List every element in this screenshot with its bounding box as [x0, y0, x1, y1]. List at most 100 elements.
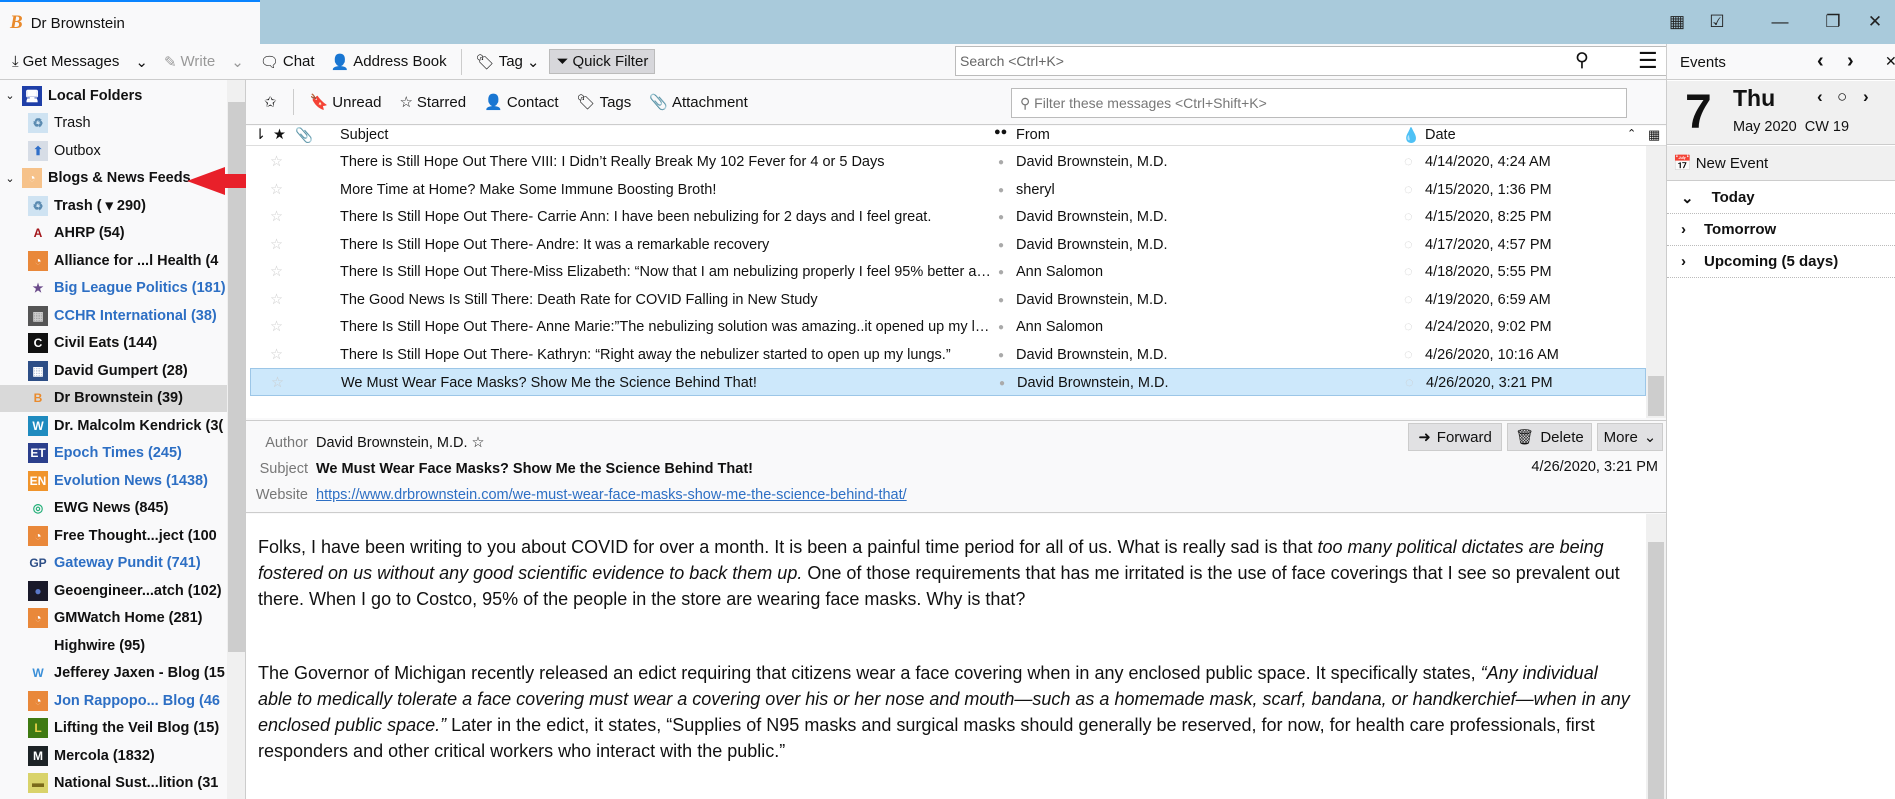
filter-starred-button[interactable]: ☆ Starred [393, 90, 472, 114]
column-subject[interactable]: Subject [340, 127, 388, 143]
filter-unread-button[interactable]: 🔖 Unread [304, 90, 388, 114]
folder-item[interactable]: ⌄ 🖥 Local Folders [0, 82, 227, 109]
star-icon[interactable]: ☆ [271, 375, 284, 391]
search-input[interactable]: Search <Ctrl+K> [955, 46, 1672, 76]
website-link[interactable]: https://www.drbrownstein.com/we-must-wea… [316, 487, 907, 503]
filter-contact-button[interactable]: 👤 Contact [478, 90, 564, 114]
today-circle-icon[interactable]: ○ [1837, 87, 1847, 107]
get-messages-dropdown[interactable]: ⌄ [129, 50, 154, 74]
twisty-icon[interactable]: ⌄ [4, 89, 16, 102]
folder-item[interactable]: ▦ CCHR International (38) [0, 302, 227, 329]
write-dropdown[interactable]: ⌄ [225, 50, 250, 74]
star-icon[interactable]: ☆ [472, 435, 485, 451]
folder-item[interactable]: M Mercola (1832) [0, 742, 227, 769]
folder-item[interactable]: ◎ EWG News (845) [0, 495, 227, 522]
read-status-icon[interactable]: ● [998, 185, 1004, 196]
junk-status-icon[interactable]: ◌ [1405, 375, 1414, 391]
junk-status-icon[interactable]: ◌ [1404, 347, 1413, 363]
tasks-icon[interactable]: ☑ [1697, 0, 1737, 44]
read-status-icon[interactable]: ● [998, 157, 1004, 168]
message-row[interactable]: ☆ There Is Still Hope Out There- Anne Ma… [250, 313, 1646, 341]
read-status-icon[interactable]: ● [998, 350, 1004, 361]
column-picker-icon[interactable]: ▦ [1648, 127, 1660, 143]
folder-item[interactable]: L Lifting the Veil Blog (15) [0, 715, 227, 742]
tag-button[interactable]: 🏷 Tag ⌄ [470, 50, 546, 74]
star-icon[interactable]: ☆ [270, 264, 283, 280]
junk-status-icon[interactable]: ◌ [1404, 182, 1413, 198]
junk-status-icon[interactable]: ◌ [1404, 319, 1413, 335]
close-pane-icon[interactable]: ✕ [1885, 53, 1895, 70]
column-from[interactable]: From [1016, 127, 1050, 143]
new-event-button[interactable]: 📅 New Event [1667, 146, 1895, 181]
star-icon[interactable]: ☆ [270, 347, 283, 363]
thread-column-icon[interactable]: ⇂ [254, 127, 266, 143]
folder-item[interactable]: Highwire (95) [0, 632, 227, 659]
previous-day-icon[interactable]: ‹ [1817, 87, 1823, 107]
folder-item[interactable]: ◔ GMWatch Home (281) [0, 605, 227, 632]
folder-item[interactable]: GP Gateway Pundit (741) [0, 550, 227, 577]
folder-item[interactable]: C Civil Eats (144) [0, 330, 227, 357]
junk-column-icon[interactable]: 💧 [1402, 127, 1420, 144]
get-messages-button[interactable]: ⤓ Get Messages [6, 50, 125, 73]
junk-status-icon[interactable]: ◌ [1404, 292, 1413, 308]
hamburger-menu-icon[interactable]: ☰ [1638, 48, 1658, 74]
restore-button[interactable]: ❐ [1810, 0, 1856, 44]
address-book-button[interactable]: 👤 Address Book [325, 50, 453, 74]
folder-item[interactable]: ▦ David Gumpert (28) [0, 357, 227, 384]
star-icon[interactable]: ☆ [270, 209, 283, 225]
message-row[interactable]: ☆ More Time at Home? Make Some Immune Bo… [250, 176, 1646, 204]
message-row[interactable]: ☆ There Is Still Hope Out There- Andre: … [250, 231, 1646, 259]
twisty-icon[interactable]: ⌄ [4, 172, 16, 185]
read-status-icon[interactable]: ● [999, 378, 1005, 389]
message-row[interactable]: ☆ There Is Still Hope Out There-Miss Eli… [250, 258, 1646, 286]
message-row[interactable]: ☆ There is Still Hope Out There VIII: I … [250, 148, 1646, 176]
star-icon[interactable]: ☆ [270, 319, 283, 335]
read-status-icon[interactable]: ● [998, 295, 1004, 306]
folder-item[interactable]: ♻ Trash [0, 110, 227, 137]
folder-item[interactable]: W Dr. Malcolm Kendrick (3( [0, 412, 227, 439]
scrollbar-thumb[interactable] [1648, 376, 1664, 416]
twisty-icon[interactable]: › [1681, 221, 1686, 238]
folder-item[interactable]: EN Evolution News (1438) [0, 467, 227, 494]
folder-item[interactable]: B Dr Brownstein (39) [0, 384, 227, 412]
column-date[interactable]: Date [1425, 127, 1456, 143]
junk-status-icon[interactable]: ◌ [1404, 237, 1413, 253]
previous-icon[interactable]: ‹ [1817, 50, 1824, 73]
chat-button[interactable]: 🗨 Chat [254, 50, 321, 74]
close-button[interactable]: ✕ [1855, 0, 1895, 44]
sticky-filter-button[interactable]: ✩ [258, 90, 283, 114]
twisty-icon[interactable]: ⌄ [1681, 189, 1694, 207]
calendar-icon[interactable]: ▦ [1657, 0, 1697, 44]
filter-attachment-button[interactable]: 📎 Attachment [643, 90, 754, 114]
write-button[interactable]: ✎ Write [158, 50, 221, 74]
junk-status-icon[interactable]: ◌ [1404, 209, 1413, 225]
filter-tags-button[interactable]: 🏷 Tags [571, 90, 638, 114]
delete-button[interactable]: 🗑 Delete [1507, 423, 1592, 451]
message-row[interactable]: ☆ The Good News Is Still There: Death Ra… [250, 286, 1646, 314]
message-row[interactable]: ☆ There Is Still Hope Out There- Kathryn… [250, 341, 1646, 369]
read-status-icon[interactable]: ● [998, 267, 1004, 278]
scrollbar-thumb[interactable] [1648, 542, 1664, 799]
message-row[interactable]: ☆ We Must Wear Face Masks? Show Me the S… [250, 368, 1646, 396]
star-icon[interactable]: ☆ [270, 292, 283, 308]
folder-item[interactable]: ◔ Alliance for ...l Health (4 [0, 247, 227, 274]
event-group[interactable]: › Upcoming (5 days) [1667, 246, 1895, 278]
junk-status-icon[interactable]: ◌ [1404, 264, 1413, 280]
star-icon[interactable]: ☆ [270, 182, 283, 198]
filter-messages-input[interactable]: ⚲ Filter these messages <Ctrl+Shift+K> [1011, 88, 1627, 118]
message-body-scrollbar[interactable] [1646, 514, 1666, 799]
folder-item[interactable]: ◔ Jon Rappopo... Blog (46 [0, 687, 227, 714]
author-value[interactable]: David Brownstein, M.D. ☆ [316, 435, 485, 451]
folder-item[interactable]: ›♻Trash ( ▾ 290) [0, 192, 227, 219]
minimize-button[interactable]: — [1757, 0, 1803, 44]
folder-item[interactable]: ★ Big League Politics (181) [0, 275, 227, 302]
junk-status-icon[interactable]: ◌ [1404, 154, 1413, 170]
forward-button[interactable]: ➜ Forward [1408, 423, 1502, 451]
folder-item[interactable]: ⬆ Outbox [0, 137, 227, 164]
attachment-column-icon[interactable]: 📎 [295, 127, 313, 144]
next-icon[interactable]: › [1847, 50, 1854, 73]
twisty-icon[interactable]: › [1681, 253, 1686, 270]
read-status-icon[interactable]: ● [998, 212, 1004, 223]
read-status-icon[interactable]: ● [998, 240, 1004, 251]
folder-item[interactable]: ▬ National Sust...lition (31 [0, 770, 227, 797]
